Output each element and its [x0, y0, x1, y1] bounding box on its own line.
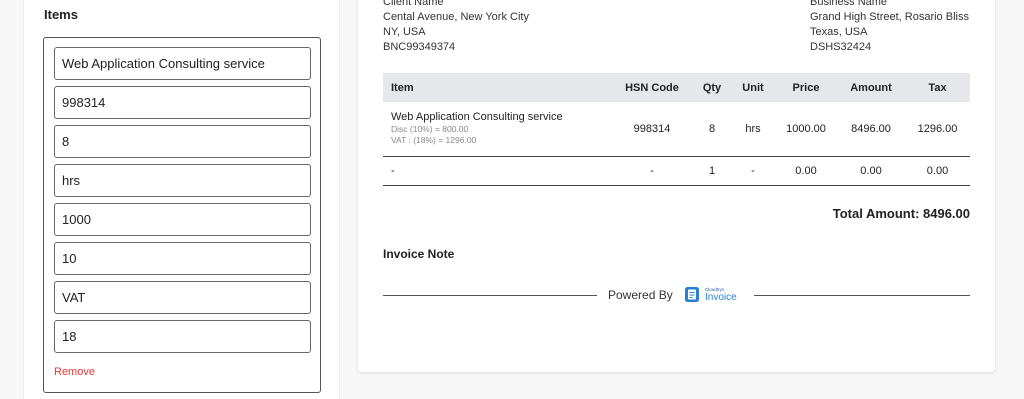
cell-tax: 0.00	[905, 156, 970, 186]
document-icon	[685, 287, 699, 302]
column-header-qty: Qty	[702, 81, 722, 94]
column-header-tax: Tax	[928, 81, 947, 94]
business-tax-id: DSHS32424	[810, 41, 872, 53]
cell-tax: 1296.00	[905, 102, 970, 157]
item-editor-card: Remove	[43, 37, 321, 393]
item-name-field[interactable]	[54, 47, 311, 80]
column-header-unit: Unit	[742, 81, 764, 94]
price-field[interactable]	[54, 203, 311, 236]
quantity-field[interactable]	[54, 125, 311, 158]
invoice-preview: Client Name Cental Avenue, New York City…	[358, 0, 995, 372]
powered-by-text: Powered By	[608, 288, 673, 302]
total-amount: Total Amount: 8496.00	[832, 206, 970, 221]
business-details: Business Name Grand High Street, Rosario…	[810, 0, 969, 55]
item-vat-line: VAT : (18%) = 1296.00	[391, 135, 477, 146]
cell-hsn: -	[611, 156, 693, 186]
item-discount-line: Disc (10%) = 800.00	[391, 124, 469, 135]
cell-item: -	[383, 156, 611, 186]
tax-rate-field[interactable]	[54, 320, 311, 353]
remove-item-link[interactable]: Remove	[54, 366, 95, 378]
cell-unit: -	[731, 156, 775, 186]
column-header-price: Price	[792, 81, 820, 94]
cell-qty: 1	[693, 156, 731, 186]
invoice-items-table: Item HSN Code Qty Unit Price Amount Tax …	[383, 73, 970, 186]
cell-hsn: 998314	[611, 102, 693, 157]
cell-item: Web Application Consulting service Disc …	[383, 102, 611, 157]
business-name-label: Business Name	[810, 0, 888, 8]
tax-name-field[interactable]	[54, 281, 311, 314]
client-address: Cental Avenue, New York City	[383, 11, 529, 23]
discount-field[interactable]	[54, 242, 311, 275]
business-region: Texas, USA	[810, 26, 868, 38]
items-heading: Items	[44, 7, 78, 22]
client-tax-id: BNC99349374	[383, 41, 456, 53]
client-name-label: Client Name	[383, 0, 444, 8]
cell-amount: 8496.00	[837, 102, 905, 157]
divider-right	[754, 295, 970, 296]
column-header-hsn: HSN Code	[625, 81, 679, 94]
cell-amount: 0.00	[837, 156, 905, 186]
table-row: - - 1 - 0.00 0.00 0.00	[383, 156, 970, 186]
cell-qty: 8	[693, 102, 731, 157]
table-row: Web Application Consulting service Disc …	[383, 102, 970, 157]
hsn-code-field[interactable]	[54, 86, 311, 119]
logo-product-text: Invoice	[705, 291, 737, 303]
items-panel: Items Remove	[23, 0, 340, 399]
business-address: Grand High Street, Rosario Bliss	[810, 11, 969, 23]
column-header-amount: Amount	[850, 81, 892, 94]
cell-price: 1000.00	[775, 102, 837, 157]
client-region: NY, USA	[383, 26, 426, 38]
table-header-row: Item HSN Code Qty Unit Price Amount Tax	[383, 73, 970, 102]
cell-price: 0.00	[775, 156, 837, 186]
item-description: Web Application Consulting service	[391, 111, 563, 124]
client-details: Client Name Cental Avenue, New York City…	[383, 0, 529, 55]
cell-unit: hrs	[731, 102, 775, 157]
cloudtrys-invoice-logo: Cloudtrys Invoice	[684, 286, 737, 303]
unit-field[interactable]	[54, 164, 311, 197]
invoice-note-title: Invoice Note	[383, 247, 455, 261]
column-header-item: Item	[391, 81, 414, 94]
divider-left	[383, 295, 597, 296]
